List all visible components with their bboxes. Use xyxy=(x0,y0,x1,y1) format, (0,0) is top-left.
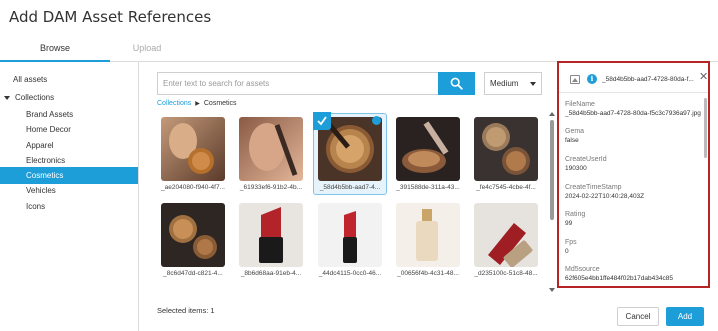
scroll-up-icon[interactable] xyxy=(549,112,555,116)
asset-thumbnail[interactable] xyxy=(474,117,538,181)
scroll-thumb[interactable] xyxy=(550,120,554,220)
asset-caption: _391588de-311a-43... xyxy=(396,184,460,191)
asset-caption: _ae204080-f940-4f7... xyxy=(161,184,225,191)
asset-caption: _d235100c-51c8-48... xyxy=(474,270,538,277)
field-value: 99 xyxy=(565,220,573,227)
chevron-down-icon xyxy=(530,82,536,86)
search-input[interactable]: Enter text to search for assets xyxy=(157,72,439,95)
image-icon xyxy=(570,75,580,84)
dialog-title: Add DAM Asset References xyxy=(9,8,212,26)
cancel-button[interactable]: Cancel xyxy=(617,307,659,326)
field-label: Md5source xyxy=(565,266,600,273)
tab-upload[interactable]: Upload xyxy=(92,34,202,62)
sidebar-item-label: Collections xyxy=(15,93,55,102)
asset-thumbnail[interactable] xyxy=(239,117,303,181)
asset-caption: _8c6d47dd-c821-4... xyxy=(163,270,223,277)
asset-thumbnail[interactable] xyxy=(161,117,225,181)
field-value: 2024-02-22T10:40:28,403Z xyxy=(565,193,645,200)
breadcrumb-collections[interactable]: Collections xyxy=(157,100,191,107)
field-label: FileName xyxy=(565,101,595,108)
field-label: Rating xyxy=(565,211,586,218)
sidebar-item-vehicles[interactable]: Vehicles xyxy=(0,182,138,199)
info-icon[interactable]: i xyxy=(587,74,597,84)
breadcrumb-current: Cosmetics xyxy=(203,100,237,107)
asset-thumbnail[interactable] xyxy=(396,203,460,267)
field-value: 0 xyxy=(565,248,569,255)
field-value: 190300 xyxy=(565,165,587,172)
field-label: CreateTimeStamp xyxy=(565,184,622,191)
chevron-down-icon[interactable] xyxy=(4,95,10,100)
asset-thumbnail[interactable] xyxy=(161,203,225,267)
asset-caption: _8b6d68aa-91eb-4... xyxy=(240,270,302,277)
field-value: _58d4b5bb-aad7-4728-80da-f5c3c7936a97.jp… xyxy=(565,110,701,117)
thumbnail-size-select[interactable]: Medium xyxy=(484,72,542,95)
field-value: 62f605e4bb1ffe484f02b17dab434c85 xyxy=(565,275,673,282)
sidebar-item-collections[interactable]: Collections xyxy=(0,89,138,106)
scroll-down-icon[interactable] xyxy=(549,288,555,292)
asset-thumbnail[interactable] xyxy=(474,203,538,267)
asset-details-panel: i _58d4b5bb-aad7-4728-80da-f... ✕ FileNa… xyxy=(557,61,710,288)
asset-thumbnail[interactable] xyxy=(396,117,460,181)
selected-items-count: Selected items: 1 xyxy=(157,306,215,315)
chevron-right-icon: ▶ xyxy=(195,101,200,107)
collections-sidebar: All assets Collections Brand Assets Home… xyxy=(0,62,139,331)
details-header: i _58d4b5bb-aad7-4728-80da-f... ✕ xyxy=(559,63,708,93)
asset-thumbnail[interactable] xyxy=(318,203,382,267)
add-button[interactable]: Add xyxy=(666,307,704,326)
asset-caption: _44dc4115-0cc0-46... xyxy=(318,270,382,277)
asset-caption: _61933ef6-91b2-4b... xyxy=(239,184,303,191)
asset-caption: _00656f4b-4c31-48... xyxy=(397,270,459,277)
details-scrollbar[interactable] xyxy=(704,98,707,158)
search-icon xyxy=(450,77,463,90)
close-icon[interactable]: ✕ xyxy=(699,71,708,83)
asset-caption: _fe4c7545-4cbe-4f... xyxy=(476,184,536,191)
asset-caption: _58d4b5bb-aad7-4... xyxy=(319,184,381,191)
asset-info-icon[interactable] xyxy=(372,116,381,125)
tab-bar: Browse Upload xyxy=(0,34,718,62)
search-button[interactable] xyxy=(438,72,475,95)
sidebar-item-icons[interactable]: Icons xyxy=(0,198,138,215)
field-label: Fps xyxy=(565,239,577,246)
sidebar-item-home-decor[interactable]: Home Decor xyxy=(0,121,138,138)
size-select-value: Medium xyxy=(490,79,519,88)
field-label: Gema xyxy=(565,128,585,135)
details-title: _58d4b5bb-aad7-4728-80da-f... xyxy=(602,76,694,83)
field-value: false xyxy=(565,137,579,144)
sidebar-item-all-assets[interactable]: All assets xyxy=(0,71,138,88)
grid-scrollbar[interactable] xyxy=(549,112,555,292)
breadcrumb: Collections ▶ Cosmetics xyxy=(157,100,237,107)
selected-check-icon[interactable] xyxy=(313,112,331,130)
field-label: CreateUserId xyxy=(565,156,607,163)
asset-thumbnail[interactable] xyxy=(239,203,303,267)
